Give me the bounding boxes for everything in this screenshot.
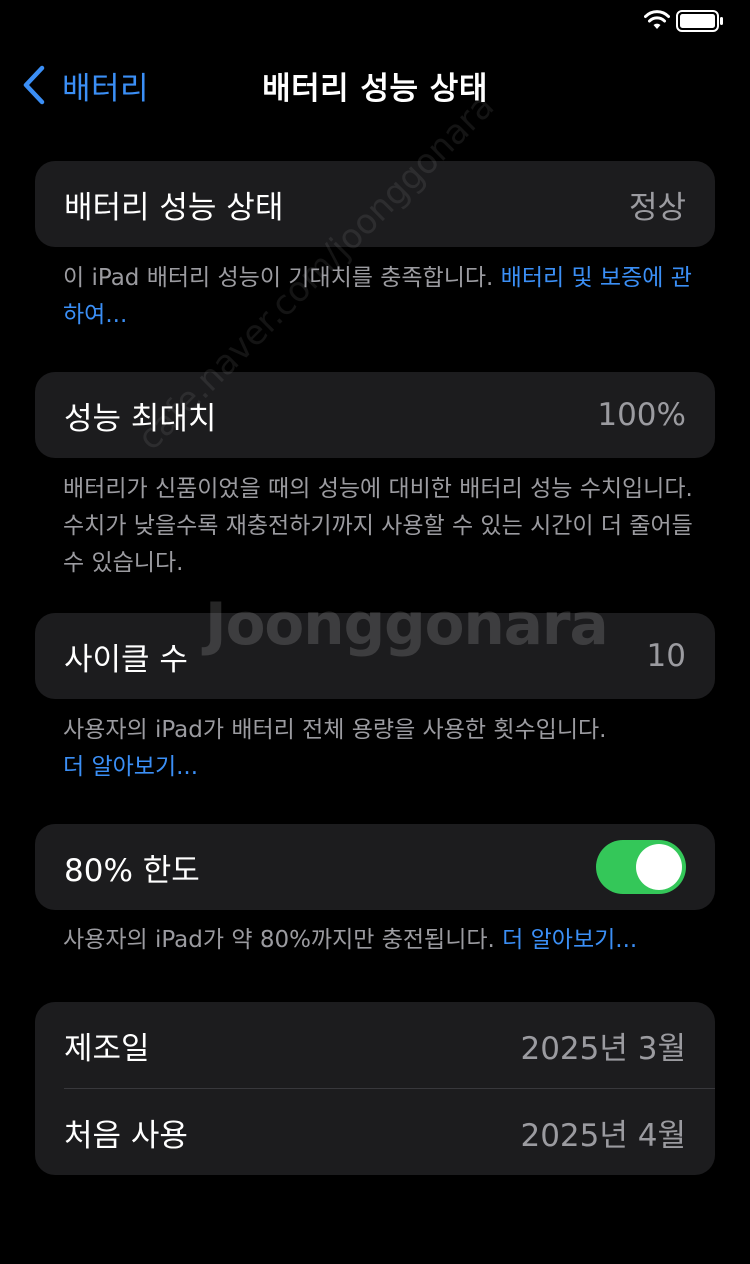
battery-icon xyxy=(676,10,723,32)
navigation-bar: 배터리 배터리 성능 상태 xyxy=(0,44,750,126)
limit-80-learn-more-link[interactable]: 더 알아보기... xyxy=(502,927,637,953)
max-capacity-value: 100% xyxy=(597,397,686,433)
limit-80-cell: 80% 한도 xyxy=(35,824,715,910)
battery-health-label: 배터리 성능 상태 xyxy=(64,189,284,226)
battery-health-footer: 이 iPad 배터리 성능이 기대치를 충족합니다. 배터리 및 보증에 관하여… xyxy=(63,260,703,334)
manufacture-date-label: 제조일 xyxy=(64,1030,150,1067)
max-capacity-group: 성능 최대치 100% xyxy=(35,372,715,458)
cycle-count-learn-more-link[interactable]: 더 알아보기... xyxy=(63,749,703,786)
max-capacity-footer: 배터리가 신품이었을 때의 성능에 대비한 배터리 성능 수치입니다. 수치가 … xyxy=(63,476,693,576)
limit-80-footer: 사용자의 iPad가 약 80%까지만 충전됩니다. 더 알아보기... xyxy=(63,922,723,959)
toggle-knob xyxy=(636,844,682,890)
first-use-date-value: 2025년 4월 xyxy=(520,1117,686,1154)
manufacture-date-value: 2025년 3월 xyxy=(520,1030,686,1067)
cycle-count-footer: 사용자의 iPad가 배터리 전체 용량을 사용한 횟수입니다. 더 알아보기.… xyxy=(63,712,703,786)
max-capacity-cell: 성능 최대치 100% xyxy=(35,372,715,458)
limit-80-footer-text: 사용자의 iPad가 약 80%까지만 충전됩니다. xyxy=(63,927,503,953)
status-bar xyxy=(0,0,750,44)
manufacture-date-cell: 제조일 2025년 3월 xyxy=(35,1002,715,1088)
limit-80-label: 80% 한도 xyxy=(64,852,200,889)
cycle-count-footer-text: 사용자의 iPad가 배터리 전체 용량을 사용한 횟수입니다. xyxy=(63,717,607,743)
cycle-count-cell: 사이클 수 10 xyxy=(35,613,715,699)
max-capacity-label: 성능 최대치 xyxy=(64,400,217,437)
cycle-count-value: 10 xyxy=(646,638,686,674)
battery-health-cell: 배터리 성능 상태 정상 xyxy=(35,161,715,247)
first-use-date-cell: 처음 사용 2025년 4월 xyxy=(35,1089,715,1175)
cycle-count-label: 사이클 수 xyxy=(64,641,188,678)
battery-health-group: 배터리 성능 상태 정상 xyxy=(35,161,715,247)
page-title: 배터리 성능 상태 xyxy=(262,71,488,107)
battery-health-footer-text: 이 iPad 배터리 성능이 기대치를 충족합니다. xyxy=(63,265,501,291)
dates-group: 제조일 2025년 3월 처음 사용 2025년 4월 xyxy=(35,1002,715,1175)
battery-health-value: 정상 xyxy=(628,189,686,226)
wifi-icon xyxy=(644,10,670,29)
first-use-date-label: 처음 사용 xyxy=(64,1117,188,1154)
limit-80-toggle[interactable] xyxy=(596,840,686,894)
limit-80-group: 80% 한도 xyxy=(35,824,715,910)
cycle-count-group: 사이클 수 10 xyxy=(35,613,715,699)
